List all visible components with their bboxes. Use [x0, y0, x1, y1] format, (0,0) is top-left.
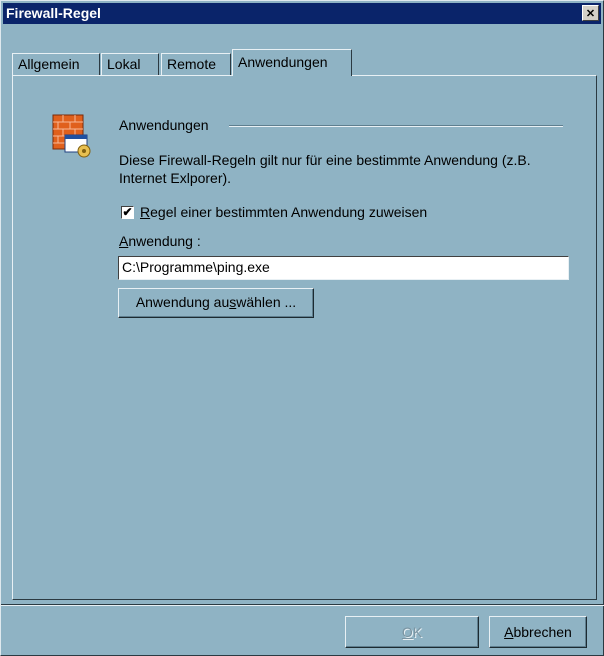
cancel-button-label: Abbrechen	[504, 624, 572, 640]
tab-remote[interactable]: Remote	[161, 53, 231, 75]
footer-separator	[1, 604, 604, 606]
window-title: Firewall-Regel	[6, 5, 101, 21]
checkmark-icon: ✔	[122, 205, 133, 219]
title-bar[interactable]: Firewall-Regel ✕	[3, 3, 601, 24]
tab-label: Lokal	[107, 56, 141, 72]
section-divider	[229, 125, 563, 127]
tab-label: Anwendungen	[238, 54, 328, 70]
tab-label: Allgemein	[18, 56, 80, 72]
select-application-button[interactable]: Anwendung auswählen ...	[118, 288, 314, 318]
ok-button[interactable]: OK	[345, 616, 479, 648]
dialog-window: Firewall-Regel ✕ Allgemein Lokal Remote …	[0, 0, 604, 656]
application-path-input[interactable]: C:\Programme\ping.exe	[118, 256, 569, 280]
cancel-button[interactable]: Abbrechen	[489, 616, 587, 648]
application-field-label: Anwendung :	[119, 233, 201, 249]
ok-button-label: OK	[401, 624, 423, 640]
tab-allgemein[interactable]: Allgemein	[12, 53, 100, 75]
close-button[interactable]: ✕	[582, 5, 599, 21]
select-application-button-label: Anwendung auswählen ...	[135, 294, 297, 310]
assign-app-checkbox-label: Regel einer bestimmten Anwendung zuweise…	[140, 204, 428, 220]
tab-label: Remote	[167, 56, 217, 72]
close-icon: ✕	[585, 8, 596, 20]
section-title: Anwendungen	[119, 117, 209, 133]
section-description: Diese Firewall-Regeln gilt nur für eine …	[119, 152, 531, 186]
assign-app-checkbox[interactable]: ✔	[121, 206, 134, 219]
tab-lokal[interactable]: Lokal	[101, 53, 159, 75]
tab-anwendungen[interactable]: Anwendungen	[232, 49, 352, 76]
firewall-app-icon	[51, 109, 101, 161]
